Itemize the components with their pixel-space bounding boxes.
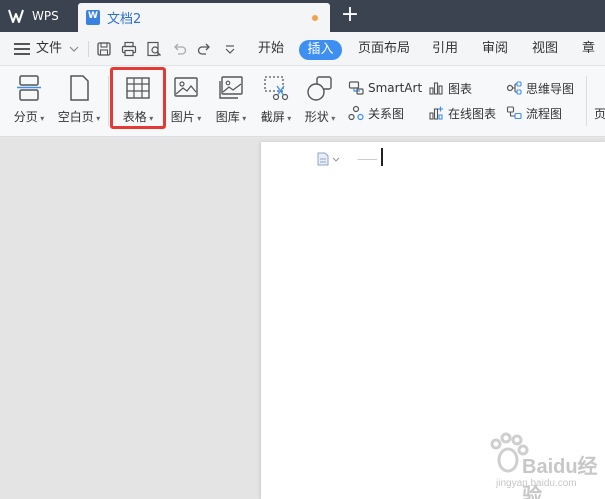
text-cursor — [381, 148, 383, 166]
more-dropdown-icon[interactable] — [222, 41, 238, 57]
picture-label: 图片 — [168, 108, 204, 125]
wps-home-label: WPS — [32, 9, 59, 23]
screenshot-button[interactable]: 截屏 — [258, 74, 294, 130]
smartart-label: SmartArt — [368, 81, 423, 95]
online-chart-icon — [429, 106, 443, 120]
shape-label: 形状 — [302, 108, 338, 125]
tab-view[interactable]: 视图 — [532, 32, 558, 66]
document-tab[interactable]: 文档2 — [78, 3, 330, 32]
chart-label: 图表 — [448, 81, 473, 96]
mind-map-label: 思维导图 — [526, 81, 575, 96]
smartart-button[interactable]: SmartArt — [348, 78, 422, 98]
blank-page-icon — [70, 75, 89, 101]
margin-corner-mark — [357, 148, 377, 160]
tab-review[interactable]: 审阅 — [482, 32, 508, 66]
gallery-label: 图库 — [212, 108, 250, 125]
title-tab-bar: WPS 文档2 + — [0, 0, 605, 32]
insert-ribbon: 分页 空白页 表格 图片 图 — [0, 66, 605, 137]
ribbon-separator — [586, 76, 587, 126]
online-chart-label: 在线图表 — [448, 106, 497, 121]
flowchart-label: 流程图 — [526, 106, 563, 121]
watermark-brand: Baidu经验 — [522, 456, 598, 499]
flowchart-icon — [506, 106, 522, 120]
undo-icon[interactable] — [172, 41, 188, 57]
hamburger-menu-icon[interactable] — [14, 43, 30, 55]
watermark-url: jingyan.baidu.com — [496, 478, 577, 489]
menu-separator — [88, 41, 89, 57]
tab-start[interactable]: 开始 — [258, 32, 284, 66]
file-menu[interactable]: 文件 — [36, 32, 62, 66]
redo-icon[interactable] — [196, 41, 212, 57]
relation-chart-label: 关系图 — [368, 106, 405, 121]
unsaved-indicator-dot — [312, 15, 318, 21]
ribbon-separator — [108, 76, 109, 126]
tab-insert[interactable]: 插入 — [299, 40, 342, 60]
mind-map-icon — [506, 81, 522, 95]
cut-off-label: 页 — [594, 106, 605, 121]
blank-page-label: 空白页 — [54, 108, 104, 125]
relation-chart-button[interactable]: 关系图 — [348, 103, 404, 123]
blank-page-button[interactable]: 空白页 — [54, 74, 104, 130]
smartart-icon — [348, 81, 364, 95]
chart-button[interactable]: 图表 — [428, 78, 472, 98]
print-preview-icon[interactable] — [146, 41, 162, 57]
print-icon[interactable] — [121, 41, 137, 57]
page-break-button[interactable]: 分页 — [8, 74, 50, 130]
page-break-icon — [17, 75, 41, 101]
picture-icon — [174, 77, 198, 97]
shape-icon — [307, 76, 332, 101]
table-highlight-box — [110, 67, 166, 129]
chevron-down-icon[interactable] — [68, 43, 80, 55]
flowchart-button[interactable]: 流程图 — [506, 103, 562, 123]
document-tab-title: 文档2 — [107, 12, 142, 27]
paragraph-menu-icon[interactable] — [317, 152, 341, 166]
save-icon[interactable] — [96, 41, 112, 57]
gallery-icon — [219, 76, 243, 99]
tab-references[interactable]: 引用 — [432, 32, 458, 66]
gallery-button[interactable]: 图库 — [212, 74, 250, 130]
picture-button[interactable]: 图片 — [168, 74, 204, 130]
tab-section[interactable]: 章节 — [582, 32, 605, 90]
wps-logo-icon — [8, 9, 24, 23]
mind-map-button[interactable]: 思维导图 — [506, 78, 574, 98]
cut-off-ribbon-item[interactable]: 页 — [594, 103, 605, 123]
shape-button[interactable]: 形状 — [302, 74, 338, 130]
writer-doc-icon — [86, 10, 100, 25]
new-tab-button[interactable]: + — [338, 4, 362, 28]
menu-bar: 文件 开始 插入 页面布局 引用 审阅 视图 章节 — [0, 32, 605, 90]
page-break-label: 分页 — [8, 108, 50, 125]
bar-chart-icon — [429, 82, 443, 95]
relation-chart-icon — [348, 105, 364, 121]
tab-page-layout[interactable]: 页面布局 — [358, 32, 410, 66]
screenshot-label: 截屏 — [258, 108, 294, 125]
online-chart-button[interactable]: 在线图表 — [428, 103, 496, 123]
screenshot-icon — [264, 76, 289, 101]
wps-home-tab[interactable]: WPS — [0, 0, 74, 32]
